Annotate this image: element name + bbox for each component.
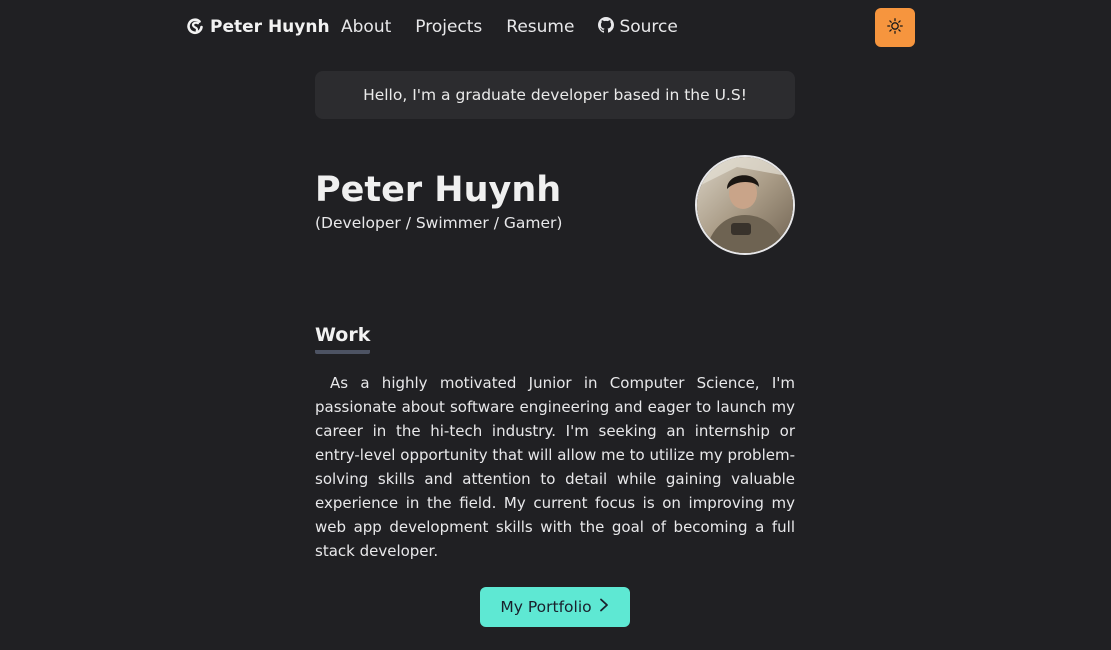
nav-link-projects[interactable]: Projects — [415, 17, 482, 37]
top-nav: Peter Huynh About Projects Resume Source — [0, 0, 1111, 54]
my-portfolio-label: My Portfolio — [500, 598, 592, 616]
nav-link-source-label: Source — [619, 17, 678, 37]
brand-logo[interactable]: Peter Huynh — [186, 14, 330, 40]
nav-link-projects-label: Projects — [415, 17, 483, 37]
nav-link-resume-label: Resume — [506, 17, 575, 37]
profile-name: Peter Huynh — [315, 170, 562, 210]
sun-icon — [887, 17, 903, 38]
brand-name: Peter Huynh — [210, 17, 330, 37]
logo-icon — [186, 18, 204, 36]
nav-link-resume[interactable]: Resume — [506, 17, 574, 37]
work-section-title: Work — [315, 324, 371, 354]
nav-link-about-label: About — [341, 17, 392, 37]
nav-links: About Projects Resume Source — [341, 14, 678, 40]
my-portfolio-button[interactable]: My Portfolio — [480, 587, 630, 627]
theme-toggle-button[interactable] — [875, 8, 915, 47]
github-icon — [598, 16, 615, 38]
work-description: As a highly motivated Junior in Computer… — [315, 374, 795, 560]
chevron-right-icon — [598, 598, 610, 616]
main-content: Hello, I'm a graduate developer based in… — [315, 71, 795, 627]
nav-link-source[interactable]: Source — [598, 16, 678, 38]
avatar — [695, 155, 795, 255]
greeting-text: Hello, I'm a graduate developer based in… — [363, 86, 747, 104]
profile-roles: (Developer / Swimmer / Gamer) — [315, 214, 563, 232]
greeting-banner: Hello, I'm a graduate developer based in… — [315, 71, 795, 119]
profile-header: Peter Huynh (Developer / Swimmer / Gamer… — [315, 155, 795, 275]
nav-link-about[interactable]: About — [341, 17, 391, 37]
